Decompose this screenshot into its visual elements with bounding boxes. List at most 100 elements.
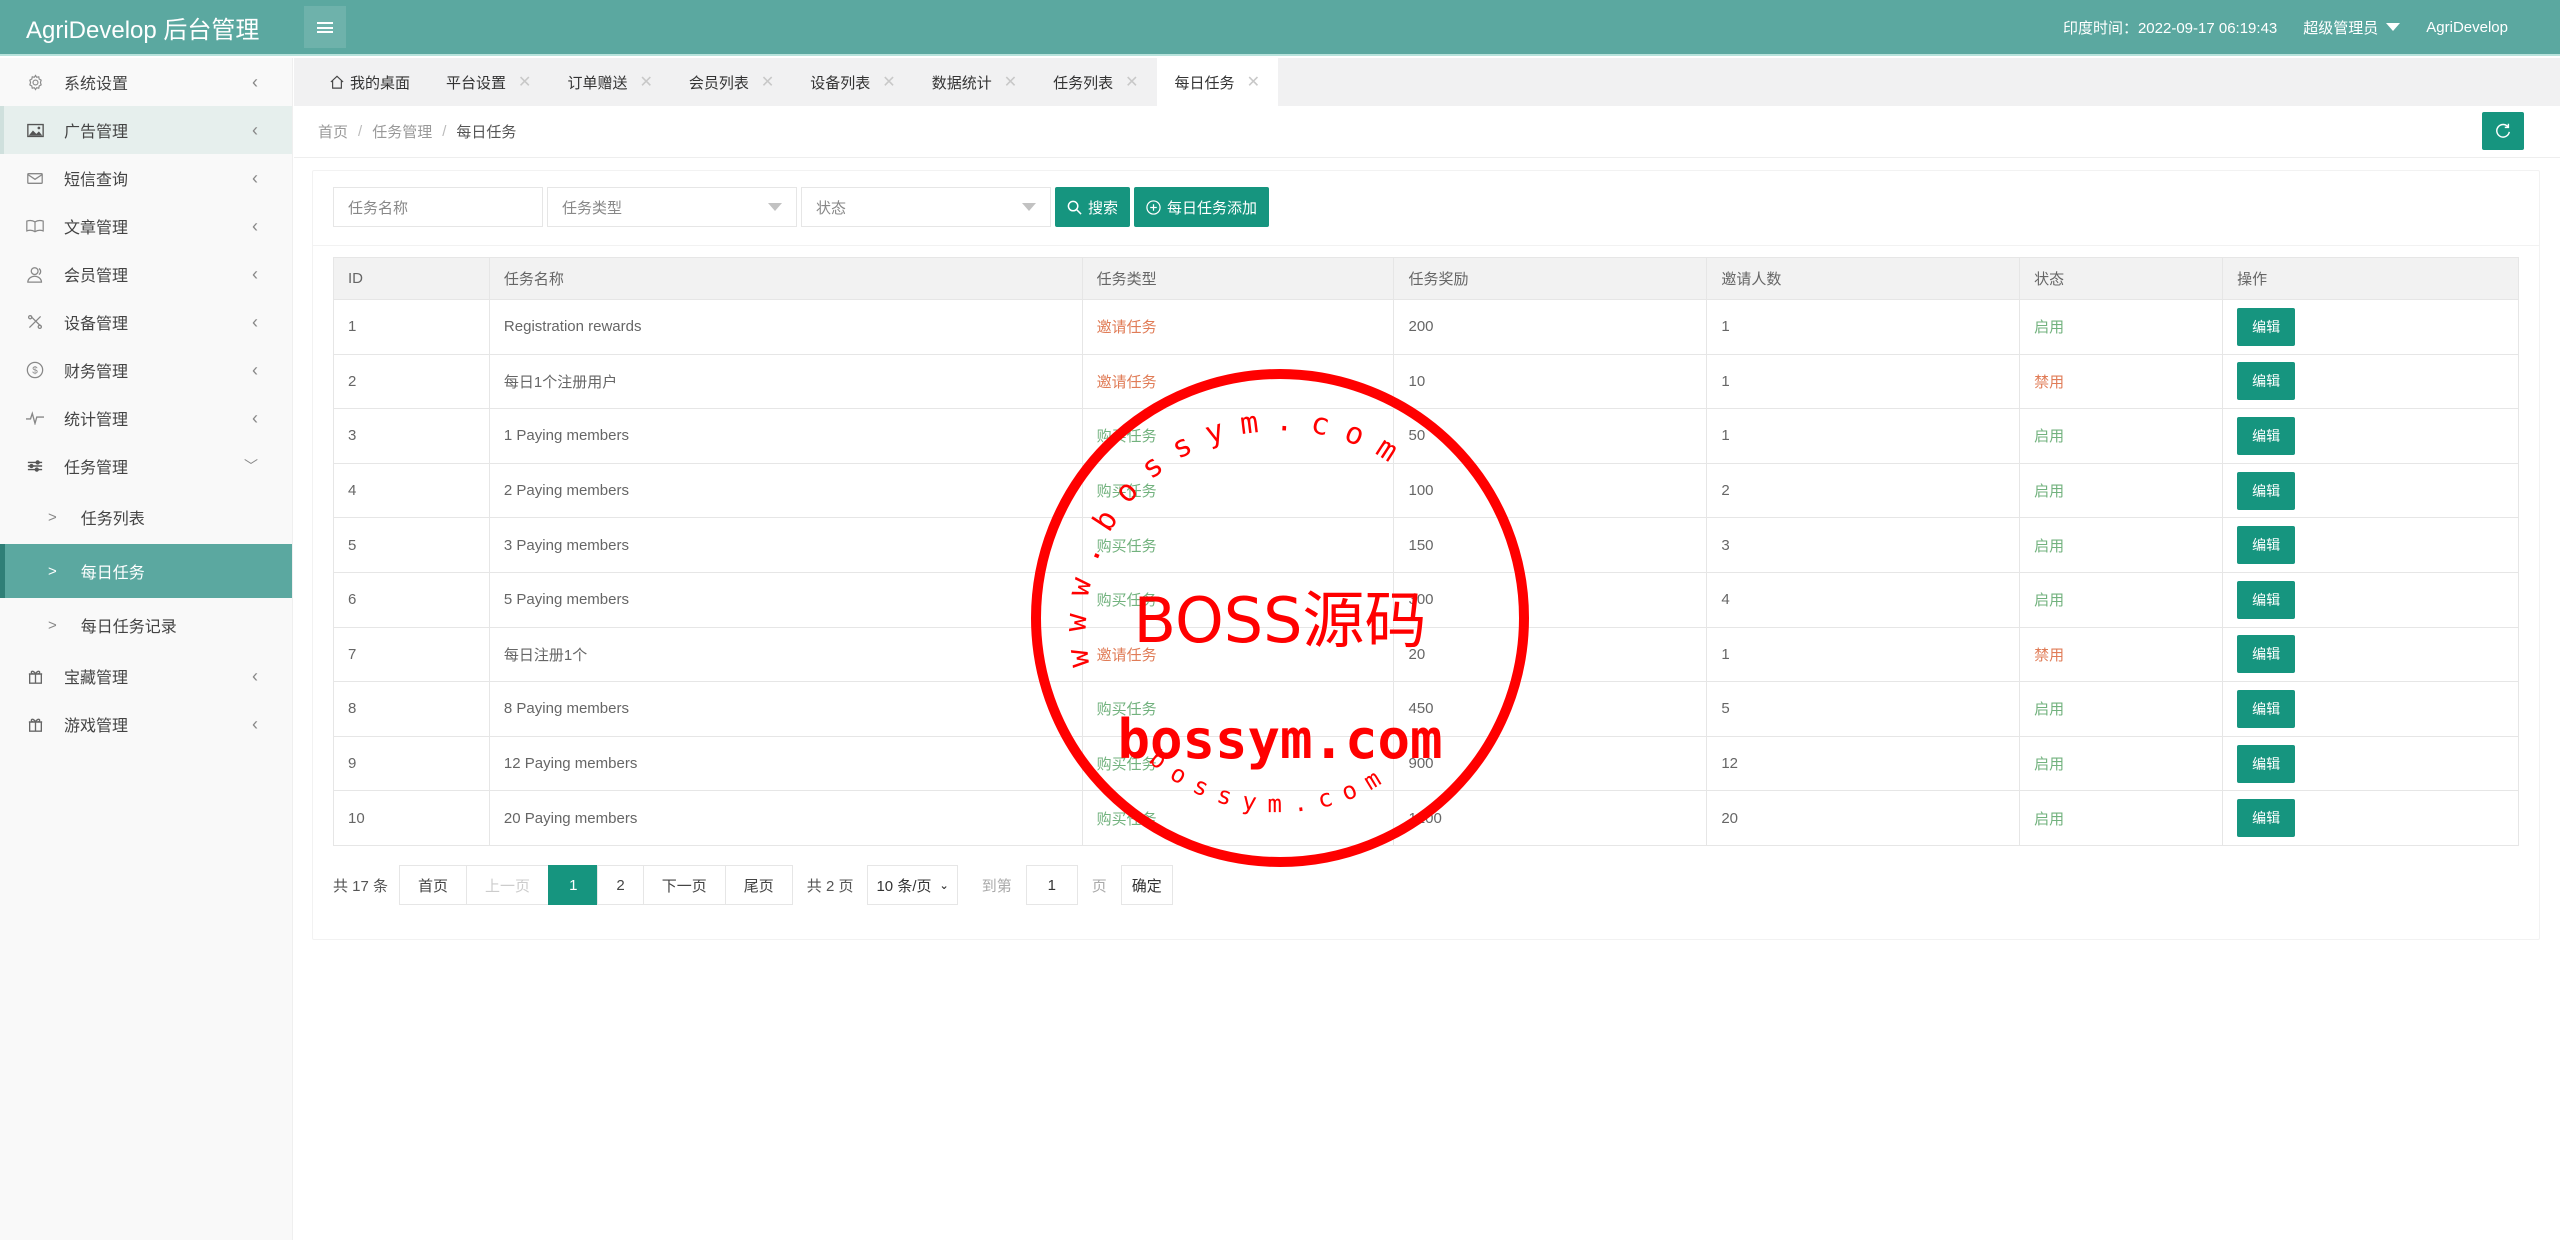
tab-order-gift[interactable]: 订单赠送 ✕ [549, 58, 670, 106]
cell-id: 9 [333, 735, 490, 792]
sidebar: 系统设置 ‹ 广告管理 ‹ 短信查询 ‹ 文章管理 ‹ 会员管理 ‹ 设备管理 … [0, 58, 293, 1240]
edit-button[interactable]: 编辑 [2237, 744, 2296, 783]
sidebar-item-ads[interactable]: 广告管理 ‹ [0, 106, 292, 154]
sidebar-item-label: 文章管理 [64, 220, 129, 237]
edit-button[interactable]: 编辑 [2237, 689, 2296, 728]
task-type-select[interactable]: 任务类型 [547, 187, 797, 227]
edit-button[interactable]: 编辑 [2237, 471, 2296, 510]
cell-invites: 1 [1706, 353, 2021, 410]
chevron-left-icon: ‹ [252, 215, 258, 236]
add-daily-task-button[interactable]: 每日任务添加 [1134, 187, 1270, 227]
chevron-left-icon: ‹ [252, 263, 258, 284]
edit-button[interactable]: 编辑 [2237, 416, 2296, 455]
cell-task-type: 购买任务 [1081, 571, 1395, 628]
role-dropdown[interactable]: 超级管理员 [2303, 17, 2401, 38]
server-time: 印度时间：2022-09-17 06:19:43 [2062, 19, 2278, 37]
gift-icon [26, 667, 44, 685]
edit-button[interactable]: 编辑 [2237, 307, 2296, 346]
sidebar-subitem-daily-task-records[interactable]: > 每日任务记录 [0, 598, 292, 652]
role-label: 超级管理员 [2303, 19, 2379, 37]
goto-page-input[interactable]: 1 [1025, 865, 1078, 905]
close-icon[interactable]: ✕ [518, 72, 531, 92]
chevron-right-icon: > [48, 616, 57, 634]
close-icon[interactable]: ✕ [639, 72, 652, 92]
app-title: AgriDevelop 后台管理 [26, 16, 260, 44]
breadcrumb-separator: / [358, 123, 363, 140]
tab-daily-tasks[interactable]: 每日任务 ✕ [1156, 58, 1278, 106]
close-icon[interactable]: ✕ [761, 72, 774, 92]
chevron-down-icon: ﹀ [244, 458, 258, 474]
task-name-input[interactable]: 任务名称 [333, 187, 543, 227]
chevron-left-icon: ‹ [252, 167, 258, 188]
tab-task-list[interactable]: 任务列表 ✕ [1035, 58, 1156, 106]
edit-button[interactable]: 编辑 [2237, 362, 2296, 401]
image-icon [26, 121, 44, 139]
tab-device-list[interactable]: 设备列表 ✕ [792, 58, 913, 106]
close-icon[interactable]: ✕ [1004, 72, 1017, 92]
sidebar-item-devices[interactable]: 设备管理 ‹ [0, 298, 292, 346]
sidebar-item-games[interactable]: 游戏管理 ‹ [0, 700, 292, 748]
close-icon[interactable]: ✕ [1125, 72, 1138, 92]
goto-confirm-button[interactable]: 确定 [1120, 865, 1173, 905]
tab-member-list[interactable]: 会员列表 ✕ [671, 58, 792, 106]
first-page-button[interactable]: 首页 [399, 865, 468, 905]
breadcrumb-home[interactable]: 首页 [318, 121, 348, 142]
sidebar-item-members[interactable]: 会员管理 ‹ [0, 250, 292, 298]
edit-button[interactable]: 编辑 [2237, 526, 2296, 565]
table-row: 7 每日注册1个 邀请任务 20 1 禁用 编辑 [333, 626, 2519, 683]
edit-button[interactable]: 编辑 [2237, 580, 2296, 619]
sidebar-item-label: 会员管理 [64, 268, 129, 285]
cell-reward: 300 [1393, 571, 1708, 628]
cell-id: 6 [333, 571, 490, 628]
breadcrumb-section[interactable]: 任务管理 [372, 121, 432, 142]
tab-platform-settings[interactable]: 平台设置 ✕ [428, 58, 549, 106]
close-icon[interactable]: ✕ [882, 72, 895, 92]
status-select[interactable]: 状态 [801, 187, 1051, 227]
sidebar-item-label: 游戏管理 [64, 718, 129, 735]
sidebar-subitem-task-list[interactable]: > 任务列表 [0, 490, 292, 544]
sidebar-item-tasks[interactable]: 任务管理 ﹀ [0, 442, 292, 490]
edit-button[interactable]: 编辑 [2237, 635, 2296, 674]
last-page-button[interactable]: 尾页 [724, 865, 793, 905]
goto-suffix: 页 [1091, 877, 1107, 895]
sidebar-item-treasure[interactable]: 宝藏管理 ‹ [0, 652, 292, 700]
page-count: 共 2 页 [806, 877, 854, 895]
search-button[interactable]: 搜索 [1055, 187, 1131, 227]
cell-task-name: Registration rewards [488, 299, 1083, 355]
prev-page-button[interactable]: 上一页 [466, 865, 550, 905]
sidebar-item-articles[interactable]: 文章管理 ‹ [0, 202, 292, 250]
cell-actions: 编辑 [2222, 299, 2519, 355]
next-page-button[interactable]: 下一页 [642, 865, 726, 905]
sliders-icon [26, 457, 44, 475]
username-link[interactable]: AgriDevelop [2426, 19, 2508, 36]
tab-data-statistics[interactable]: 数据统计 ✕ [914, 58, 1035, 106]
page-button[interactable]: 2 [597, 865, 644, 905]
sidebar-item-system-settings[interactable]: 系统设置 ‹ [0, 58, 292, 106]
sidebar-item-finance[interactable]: $ 财务管理 ‹ [0, 346, 292, 394]
page-button[interactable]: 1 [548, 865, 599, 905]
sidebar-item-statistics[interactable]: 统计管理 ‹ [0, 394, 292, 442]
cell-task-name: 20 Paying members [488, 790, 1083, 846]
sidebar-subitem-daily-tasks[interactable]: > 每日任务 [0, 544, 292, 598]
menu-toggle-button[interactable] [304, 6, 346, 48]
cell-status: 启用 [2019, 735, 2224, 792]
edit-button[interactable]: 编辑 [2237, 799, 2296, 838]
sidebar-item-label: 统计管理 [64, 412, 129, 429]
refresh-button[interactable] [2482, 112, 2524, 150]
sidebar-item-sms[interactable]: 短信查询 ‹ [0, 154, 292, 202]
close-icon[interactable]: ✕ [1247, 72, 1260, 92]
cell-id: 10 [333, 790, 490, 846]
task-type-placeholder: 任务类型 [562, 199, 623, 217]
page-size-select[interactable]: 10 条/页 ⌄ [867, 865, 958, 905]
sidebar-item-label: 短信查询 [64, 172, 129, 189]
cell-task-type: 邀请任务 [1081, 353, 1395, 410]
tab-desktop[interactable]: 我的桌面 [312, 58, 428, 106]
cell-status: 启用 [2019, 790, 2224, 846]
chevron-right-icon: > [48, 562, 57, 580]
cell-id: 5 [333, 517, 490, 573]
chevron-left-icon: ‹ [252, 119, 258, 140]
column-header-id: ID [333, 257, 490, 300]
cell-reward: 150 [1393, 517, 1708, 573]
dollar-icon: $ [26, 361, 44, 379]
svg-text:$: $ [32, 366, 38, 377]
